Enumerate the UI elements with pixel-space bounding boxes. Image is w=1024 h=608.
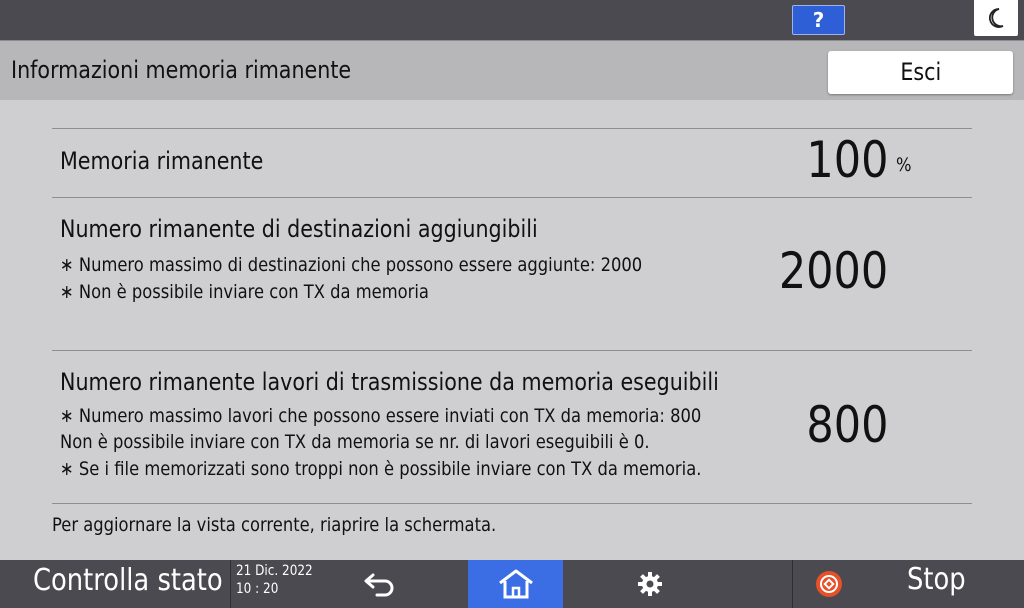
memory-tx-jobs-value: 800 xyxy=(805,396,888,454)
header: Informazioni memoria rimanente Esci xyxy=(0,40,1024,100)
divider xyxy=(52,128,972,129)
stop-button[interactable]: Stop xyxy=(793,560,1024,608)
moon-icon xyxy=(988,8,1004,28)
page-title: Informazioni memoria rimanente xyxy=(11,56,352,84)
night-mode-button[interactable] xyxy=(974,0,1018,36)
back-arrow-icon xyxy=(364,573,394,597)
exit-button[interactable]: Esci xyxy=(828,51,1013,94)
settings-button[interactable] xyxy=(620,560,680,608)
destinations-note: ∗ Numero massimo di destinazioni che pos… xyxy=(60,254,643,276)
question-icon: ? xyxy=(812,8,825,32)
divider xyxy=(52,197,972,198)
datetime: 21 Dic. 2022 10 : 20 xyxy=(236,562,313,598)
remaining-memory-unit: % xyxy=(896,154,912,176)
date-text: 21 Dic. 2022 xyxy=(236,563,313,579)
memory-tx-jobs-note: Non è possibile inviare con TX da memori… xyxy=(60,431,650,453)
help-button[interactable]: ? xyxy=(792,5,845,35)
divider xyxy=(52,503,972,504)
bottom-bar: Controlla stato 21 Dic. 2022 10 : 20 Sto… xyxy=(0,560,1024,608)
gear-icon xyxy=(638,572,662,596)
check-status-button[interactable]: Controlla stato xyxy=(0,560,230,608)
check-status-label: Controlla stato xyxy=(33,563,223,598)
destinations-label: Numero rimanente di destinazioni aggiung… xyxy=(60,215,538,243)
memory-tx-jobs-note: ∗ Numero massimo lavori che possono esse… xyxy=(60,405,702,427)
remaining-memory-label: Memoria rimanente xyxy=(60,147,264,175)
destinations-note: ∗ Non è possibile inviare con TX da memo… xyxy=(60,281,429,303)
exit-button-label: Esci xyxy=(900,58,941,86)
home-icon xyxy=(498,569,533,599)
remaining-memory-value: 100 xyxy=(805,131,888,189)
stop-label: Stop xyxy=(907,562,966,597)
memory-tx-jobs-note: ∗ Se i file memorizzati sono troppi non … xyxy=(60,458,702,480)
home-button[interactable] xyxy=(468,560,563,608)
refresh-hint: Per aggiornare la vista corrente, riapri… xyxy=(52,514,497,536)
stop-icon xyxy=(816,571,842,597)
separator xyxy=(230,560,231,608)
divider xyxy=(52,350,972,351)
memory-tx-jobs-label: Numero rimanente lavori di trasmissione … xyxy=(60,368,719,396)
time-text: 10 : 20 xyxy=(236,581,279,597)
back-button[interactable] xyxy=(350,560,410,608)
top-bar: ? xyxy=(0,0,1024,40)
destinations-value: 2000 xyxy=(778,242,888,300)
